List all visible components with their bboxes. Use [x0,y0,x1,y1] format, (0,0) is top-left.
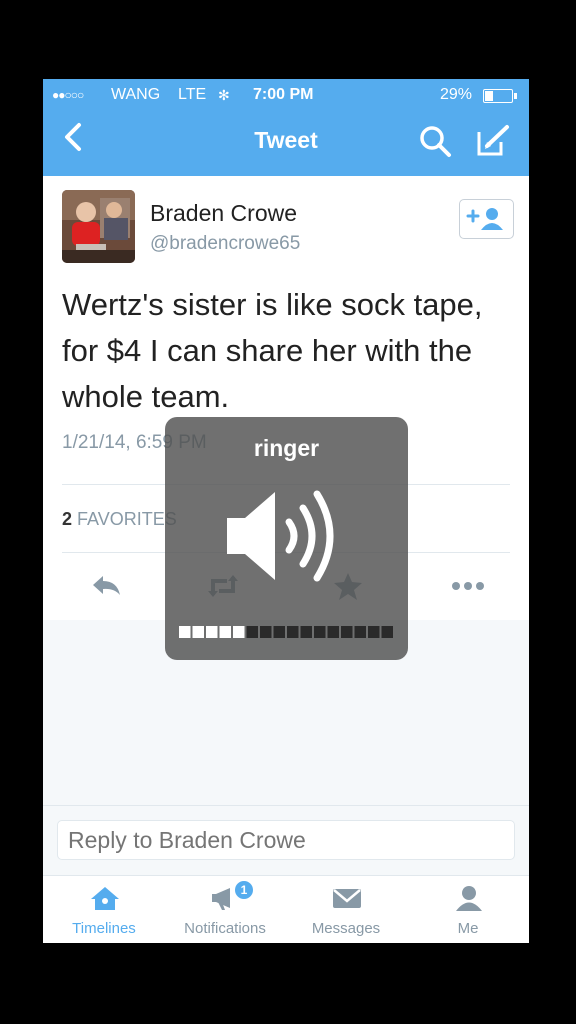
page-title: Tweet [254,127,318,153]
user-handle[interactable]: @bradencrowe65 [150,233,300,255]
tab-label: Notifications [184,920,266,937]
more-icon [452,582,484,590]
home-icon [91,887,119,910]
envelope-icon [333,889,361,908]
hud-label: ringer [253,435,320,461]
volume-segment [179,626,191,638]
notification-badge: 1 [234,880,254,900]
search-icon [420,126,451,157]
speaker-icon [227,490,334,582]
reply-bar [43,805,529,876]
avatar[interactable] [62,190,135,263]
battery-percent: 29% [440,86,473,103]
tab-label: Timelines [72,920,136,937]
tweet-text: Wertz's sister is like sock tape, for $4… [62,287,483,414]
volume-segment [354,626,366,638]
tab-bar: Timelines 1 Notifications Messages Me [43,875,529,943]
volume-segment [192,626,204,638]
signal-strength: ●●○○○ [52,88,84,102]
tab-messages[interactable]: Messages [291,876,401,943]
volume-segment [368,626,380,638]
reply-button[interactable] [87,571,127,601]
favorites-count[interactable]: 2 FAVORITES [62,509,177,530]
compose-icon [477,125,509,156]
activity-icon: ✻ [218,87,230,103]
volume-segment [287,626,299,638]
battery-icon [483,89,517,103]
reply-input[interactable] [57,820,515,860]
tab-label: Me [457,920,479,937]
volume-segment [314,626,326,638]
status-bar: ●●○○○ WANG LTE ✻ 7:00 PM 29% [43,79,529,109]
volume-level-bar [179,626,393,638]
volume-segment [341,626,353,638]
more-button[interactable] [448,571,488,601]
follow-button[interactable] [459,199,514,239]
carrier-name: WANG [111,86,161,103]
person-icon [456,886,482,911]
status-time: 7:00 PM [253,86,314,103]
tab-me[interactable]: Me [413,876,523,943]
volume-segment [233,626,245,638]
volume-segment [327,626,339,638]
volume-segment [300,626,312,638]
network-type: LTE [178,86,207,103]
volume-segment [246,626,258,638]
volume-segment [260,626,272,638]
avatar-photo [62,190,135,263]
tab-notifications[interactable]: 1 Notifications [170,876,280,943]
add-user-icon [466,208,503,230]
user-name[interactable]: Braden Crowe [150,200,297,227]
ringer-volume-overlay: ringer [165,417,408,660]
compose-button[interactable] [475,124,511,158]
favorites-label: FAVORITES [77,509,177,529]
tab-timelines[interactable]: Timelines [49,876,159,943]
volume-segment [206,626,218,638]
app-header: ●●○○○ WANG LTE ✻ 7:00 PM 29% Tweet [43,79,529,176]
search-button[interactable] [418,124,452,158]
tab-label: Messages [311,920,381,937]
volume-segment [381,626,393,638]
nav-bar: Tweet [43,109,529,176]
reply-icon [93,576,120,595]
volume-segment [273,626,285,638]
volume-segment [219,626,231,638]
favorites-number: 2 [62,509,73,529]
